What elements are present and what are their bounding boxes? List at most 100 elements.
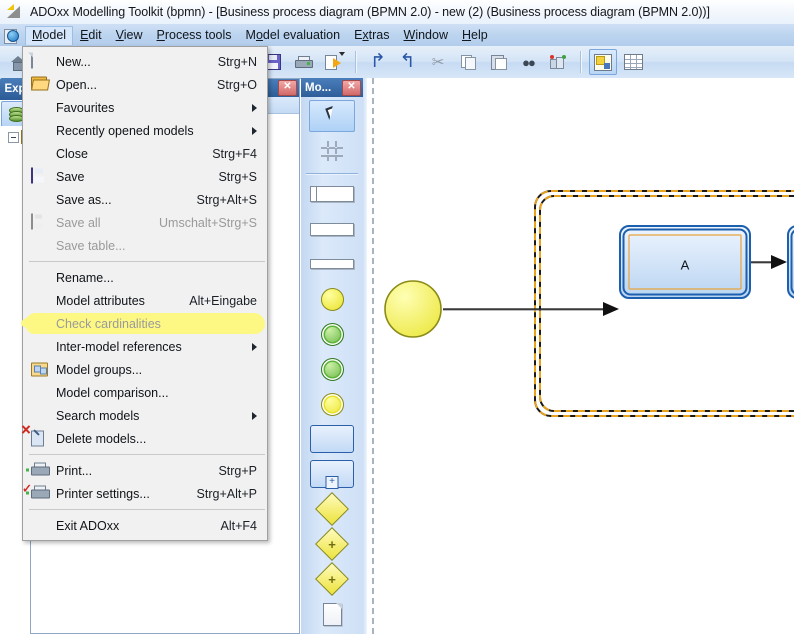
exclusive-gateway-shape[interactable] xyxy=(309,492,355,526)
end-event-icon xyxy=(320,392,344,416)
menu-item-rename[interactable]: Rename... xyxy=(23,266,267,289)
menu-item-inter-model-references[interactable]: Inter-model references xyxy=(23,335,267,358)
palette-titlebar: Mo... ✕ xyxy=(301,78,363,97)
menu-item-label: Search models xyxy=(56,408,140,423)
selection-marquee[interactable] xyxy=(534,190,794,417)
cut-button[interactable]: ✂ xyxy=(424,49,452,75)
menu-window[interactable]: Window xyxy=(397,26,455,45)
paste-icon xyxy=(490,55,507,70)
close-icon[interactable]: ✕ xyxy=(278,80,297,96)
search-replace-icon xyxy=(550,55,566,69)
data-object-shape[interactable] xyxy=(309,598,355,630)
search-button[interactable]: ●● xyxy=(514,49,542,75)
start-event[interactable] xyxy=(384,280,442,338)
sequence-flow-1[interactable] xyxy=(443,302,619,316)
menu-item-model-attributes[interactable]: Model attributes Alt+Eingabe xyxy=(23,289,267,312)
menu-model[interactable]: Model xyxy=(25,25,74,45)
menu-item-delete-models[interactable]: Delete models... xyxy=(21,424,267,450)
intermediate-message-event-shape[interactable] xyxy=(309,318,355,350)
task-b[interactable] xyxy=(787,225,794,299)
paste-button[interactable] xyxy=(484,49,512,75)
subprocess-icon xyxy=(310,460,354,488)
undo-button[interactable] xyxy=(364,49,392,75)
menu-item-label: Rename... xyxy=(56,270,114,285)
lane-thin-shape[interactable] xyxy=(309,248,355,280)
parallel-gateway-shape[interactable]: + xyxy=(309,527,355,561)
menu-item-label: Model groups... xyxy=(56,362,143,377)
notebook-button[interactable] xyxy=(589,49,617,75)
export-button[interactable] xyxy=(319,49,347,75)
pool-icon xyxy=(310,186,354,202)
menu-item-label: Printer settings... xyxy=(56,486,150,501)
menu-item-new[interactable]: New... Strg+N xyxy=(23,50,267,73)
table-view-button[interactable] xyxy=(619,49,647,75)
copy-button[interactable] xyxy=(454,49,482,75)
menu-item-save-table: Save table... xyxy=(23,234,267,257)
end-event-shape[interactable] xyxy=(309,388,355,420)
document-icon xyxy=(322,602,342,626)
palette-separator xyxy=(306,173,358,174)
inclusive-gateway-shape[interactable]: + xyxy=(309,562,355,596)
task-icon xyxy=(310,425,354,453)
binoculars-icon: ●● xyxy=(522,54,536,70)
window-title: ADOxx Modelling Toolkit (bpmn) - [Busine… xyxy=(30,5,710,19)
diagram-svg: A xyxy=(384,190,794,417)
select-tool[interactable] xyxy=(309,100,355,132)
redo-button[interactable] xyxy=(394,49,422,75)
menu-model-evaluation[interactable]: Model evaluation xyxy=(239,26,348,45)
menu-item-printer-settings[interactable]: ✓ Printer settings... Strg+Alt+P xyxy=(22,482,267,505)
floppy-save-icon xyxy=(31,167,49,185)
undo-arrow-icon xyxy=(370,55,387,69)
task-a-label: A xyxy=(681,257,690,272)
menu-item-label: Print... xyxy=(56,463,93,478)
menu-help[interactable]: Help xyxy=(455,26,495,45)
grid-tool[interactable] xyxy=(309,135,355,167)
menu-item-model-groups[interactable]: Model groups... xyxy=(23,358,267,381)
menu-item-search-models[interactable]: Search models xyxy=(23,404,267,427)
title-bar: ADOxx Modelling Toolkit (bpmn) - [Busine… xyxy=(0,0,794,25)
menu-item-label: Save all xyxy=(56,215,101,230)
scissors-icon: ✂ xyxy=(431,53,445,71)
menu-item-model-comparison[interactable]: Model comparison... xyxy=(23,381,267,404)
start-event-shape[interactable] xyxy=(309,283,355,315)
collapse-icon[interactable] xyxy=(8,132,19,143)
sequence-flow-2[interactable] xyxy=(751,255,787,269)
save-all-icon xyxy=(31,213,49,231)
pool-shape[interactable] xyxy=(309,178,355,210)
diagram-canvas[interactable]: A xyxy=(363,78,794,634)
subprocess-shape[interactable] xyxy=(309,458,355,490)
menu-item-save-as[interactable]: Save as... Strg+Alt+S xyxy=(23,188,267,211)
menu-item-save[interactable]: Save Strg+S xyxy=(23,165,267,188)
task-a[interactable]: A xyxy=(619,225,751,299)
menu-bar: Model Edit View Process tools Model eval… xyxy=(0,24,794,47)
menu-item-favourites[interactable]: Favourites xyxy=(23,96,267,119)
menu-item-close[interactable]: Close Strg+F4 xyxy=(23,142,267,165)
delete-model-icon xyxy=(21,424,49,447)
menu-extras[interactable]: Extras xyxy=(347,26,396,45)
lane-shape[interactable] xyxy=(309,213,355,245)
menu-item-recently-opened-models[interactable]: Recently opened models xyxy=(23,119,267,142)
menu-process-tools[interactable]: Process tools xyxy=(150,26,239,45)
redo-arrow-icon xyxy=(400,50,417,73)
menu-item-open[interactable]: Open... Strg+O xyxy=(23,73,267,96)
notebook-icon xyxy=(594,53,612,71)
task-shape[interactable] xyxy=(309,423,355,455)
intermediate-event-icon xyxy=(320,322,344,346)
menu-item-accelerator: Alt+Eingabe xyxy=(189,293,257,308)
chevron-down-icon[interactable] xyxy=(339,52,345,56)
intermediate-event-shape[interactable] xyxy=(309,353,355,385)
menu-item-exit-adoxx[interactable]: Exit ADOxx Alt+F4 xyxy=(23,514,267,537)
print-button[interactable] xyxy=(289,49,317,75)
menu-item-label: Favourites xyxy=(56,100,115,115)
palette-title-label: Mo... xyxy=(305,81,332,94)
menu-item-accelerator: Strg+P xyxy=(218,463,257,478)
menu-edit[interactable]: Edit xyxy=(73,26,109,45)
menu-item-label: New... xyxy=(56,54,91,69)
menu-item-label: Open... xyxy=(56,77,97,92)
close-icon[interactable]: ✕ xyxy=(342,79,361,96)
replace-button[interactable] xyxy=(544,49,572,75)
model-group-icon xyxy=(31,361,49,378)
menu-item-print[interactable]: Print... Strg+P xyxy=(23,459,267,482)
menu-view[interactable]: View xyxy=(109,26,150,45)
menu-item-accelerator: Strg+F4 xyxy=(212,146,257,161)
